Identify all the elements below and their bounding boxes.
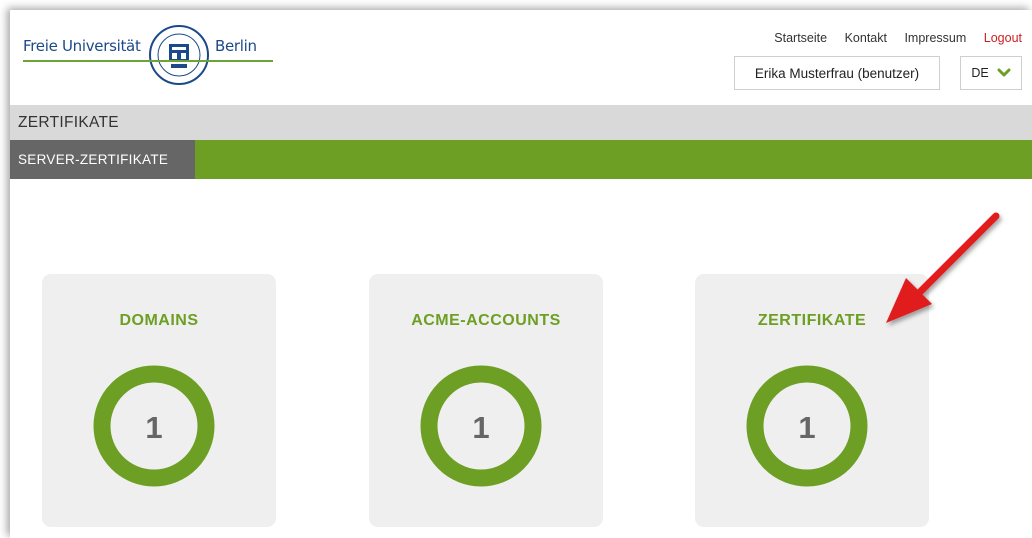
zertifikate-count-donut: 1 (746, 365, 868, 487)
acme-accounts-count: 1 (472, 410, 489, 445)
sub-navigation: SERVER-ZERTIFIKATE (10, 140, 1032, 179)
link-startseite[interactable]: Startseite (774, 31, 827, 45)
browser-page: Freie Universität Berlin Startseite Kont… (10, 10, 1032, 538)
logout-link[interactable]: Logout (984, 31, 1022, 45)
logo-text-right: Berlin (215, 37, 257, 55)
link-impressum[interactable]: Impressum (904, 31, 966, 45)
page-title-bar: ZERTIFIKATE (10, 105, 1032, 140)
annotation-arrow-icon (886, 212, 1000, 323)
domains-count-donut: 1 (93, 365, 215, 487)
link-kontakt[interactable]: Kontakt (845, 31, 887, 45)
chevron-down-icon (997, 68, 1011, 77)
language-value: DE (971, 66, 989, 80)
logo-underline (23, 60, 273, 62)
logo-text-left: Freie Universität (23, 37, 141, 55)
top-navigation: Startseite Kontakt Impressum Logout (760, 31, 1022, 45)
zertifikate-count: 1 (798, 410, 815, 445)
university-seal-icon (149, 25, 209, 85)
tab-server-zertifikate[interactable]: SERVER-ZERTIFIKATE (10, 140, 195, 179)
language-selector[interactable]: DE (960, 56, 1022, 90)
tab-label: SERVER-ZERTIFIKATE (18, 152, 169, 167)
domains-count: 1 (145, 410, 162, 445)
user-name: Erika Musterfrau (benutzer) (754, 65, 920, 81)
card-title-acme-accounts: ACME-ACCOUNTS (411, 312, 561, 329)
acme-accounts-count-donut: 1 (420, 365, 542, 487)
domains-card[interactable]: DOMAINS 1 (42, 274, 276, 527)
university-logo[interactable]: Freie Universität Berlin (23, 24, 273, 85)
site-header: Freie Universität Berlin Startseite Kont… (10, 10, 1032, 105)
acme-accounts-card[interactable]: ACME-ACCOUNTS 1 (369, 274, 603, 527)
user-menu-button[interactable]: Erika Musterfrau (benutzer) (734, 56, 940, 90)
page-title: ZERTIFIKATE (18, 114, 119, 131)
card-title-domains: DOMAINS (119, 312, 199, 329)
